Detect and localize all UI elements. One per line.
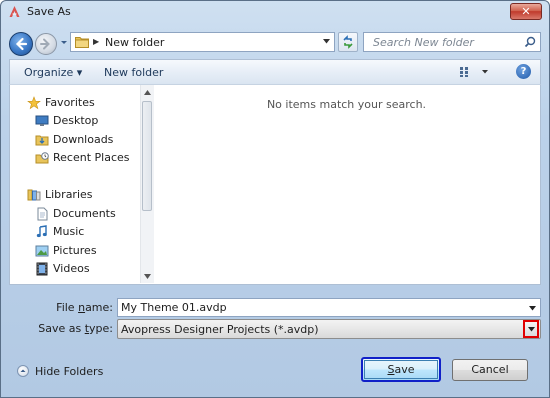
hide-folders-label[interactable]: Hide Folders bbox=[35, 365, 103, 378]
save-as-type-value[interactable]: Avopress Designer Projects (*.avdp) bbox=[121, 323, 319, 336]
back-arrow-icon bbox=[15, 37, 28, 51]
address-bar[interactable]: ▶ New folder bbox=[70, 32, 335, 52]
nav-item-documents[interactable]: Documents bbox=[10, 205, 140, 223]
nav-item-label: Pictures bbox=[53, 244, 97, 257]
save-as-type-label: Save as type: bbox=[38, 322, 113, 335]
scroll-thumb[interactable] bbox=[142, 101, 152, 211]
nav-item-videos[interactable]: Videos bbox=[10, 260, 140, 278]
nav-item-label: Documents bbox=[53, 207, 116, 220]
scroll-down-arrow-icon[interactable] bbox=[144, 274, 151, 279]
downloads-folder-icon bbox=[35, 135, 49, 146]
close-button[interactable]: ✕ bbox=[510, 3, 542, 20]
organize-menu-button[interactable]: Organize ▾ bbox=[24, 66, 82, 79]
forward-button[interactable] bbox=[35, 33, 57, 55]
nav-item-recent-places[interactable]: Recent Places bbox=[10, 149, 140, 167]
music-icon bbox=[36, 225, 47, 238]
breadcrumb-separator-icon[interactable]: ▶ bbox=[93, 37, 99, 46]
libraries-icon bbox=[27, 189, 41, 201]
documents-icon bbox=[37, 207, 48, 221]
title-bar: Save As ✕ bbox=[1, 1, 549, 23]
collapse-arrow-icon bbox=[17, 365, 29, 377]
save-button[interactable]: Save bbox=[361, 357, 441, 382]
cancel-button[interactable]: Cancel bbox=[452, 359, 528, 381]
search-icon[interactable] bbox=[524, 36, 536, 48]
nav-item-label: Music bbox=[53, 225, 85, 238]
file-name-dropdown-icon[interactable] bbox=[529, 306, 536, 311]
nav-item-label: Downloads bbox=[53, 133, 114, 146]
refresh-button[interactable] bbox=[338, 32, 358, 52]
address-dropdown-icon[interactable] bbox=[323, 39, 330, 44]
refresh-icon bbox=[343, 35, 353, 49]
help-button[interactable]: ? bbox=[516, 64, 531, 79]
desktop-icon bbox=[35, 115, 49, 126]
file-name-input[interactable]: My Theme 01.avdp bbox=[117, 298, 541, 317]
command-toolbar: Organize ▾ New folder ? bbox=[9, 59, 541, 85]
nav-item-libraries[interactable]: Libraries bbox=[10, 186, 140, 204]
pictures-icon bbox=[35, 245, 49, 257]
recent-pages-dropdown-icon[interactable] bbox=[60, 37, 68, 47]
scroll-up-arrow-icon[interactable] bbox=[144, 90, 151, 95]
chevron-down-icon bbox=[528, 327, 535, 332]
back-button[interactable] bbox=[9, 32, 33, 56]
recent-places-icon bbox=[35, 152, 49, 164]
videos-icon bbox=[36, 262, 48, 276]
save-as-type-select[interactable]: Avopress Designer Projects (*.avdp) bbox=[117, 319, 541, 339]
nav-item-pictures[interactable]: Pictures bbox=[10, 242, 140, 260]
star-icon bbox=[27, 96, 41, 110]
new-folder-button[interactable]: New folder bbox=[104, 66, 163, 79]
navigation-scrollbar[interactable] bbox=[140, 85, 154, 283]
breadcrumb-current-folder[interactable]: New folder bbox=[105, 36, 164, 49]
nav-item-favorites[interactable]: Favorites bbox=[10, 94, 140, 112]
nav-item-label: Recent Places bbox=[53, 151, 130, 164]
file-browser-area: Favorites Desktop Downloads Recent Places Li… bbox=[9, 85, 541, 285]
file-name-value[interactable]: My Theme 01.avdp bbox=[121, 301, 227, 314]
nav-item-downloads[interactable]: Downloads bbox=[10, 131, 140, 149]
nav-item-label: Desktop bbox=[53, 114, 99, 127]
search-placeholder: Search New folder bbox=[373, 36, 474, 49]
nav-item-desktop[interactable]: Desktop bbox=[10, 112, 140, 130]
window-title: Save As bbox=[27, 5, 71, 18]
nav-item-music[interactable]: Music bbox=[10, 223, 140, 241]
empty-folder-message: No items match your search. bbox=[266, 98, 427, 111]
forward-arrow-icon bbox=[40, 38, 50, 50]
change-view-icon[interactable] bbox=[460, 66, 488, 78]
save-as-type-dropdown-button[interactable] bbox=[523, 320, 539, 338]
save-as-dialog: Save As ✕ ▶ New folder Search New folder… bbox=[0, 0, 550, 398]
nav-item-label: Videos bbox=[53, 262, 90, 275]
folder-icon bbox=[75, 37, 89, 48]
nav-item-label: Libraries bbox=[45, 188, 93, 201]
nav-item-label: Favorites bbox=[45, 96, 95, 109]
navigation-pane: Favorites Desktop Downloads Recent Places Li… bbox=[10, 85, 140, 283]
app-icon bbox=[9, 6, 20, 17]
search-input[interactable]: Search New folder bbox=[363, 32, 541, 52]
file-name-label: File name: bbox=[56, 301, 113, 314]
